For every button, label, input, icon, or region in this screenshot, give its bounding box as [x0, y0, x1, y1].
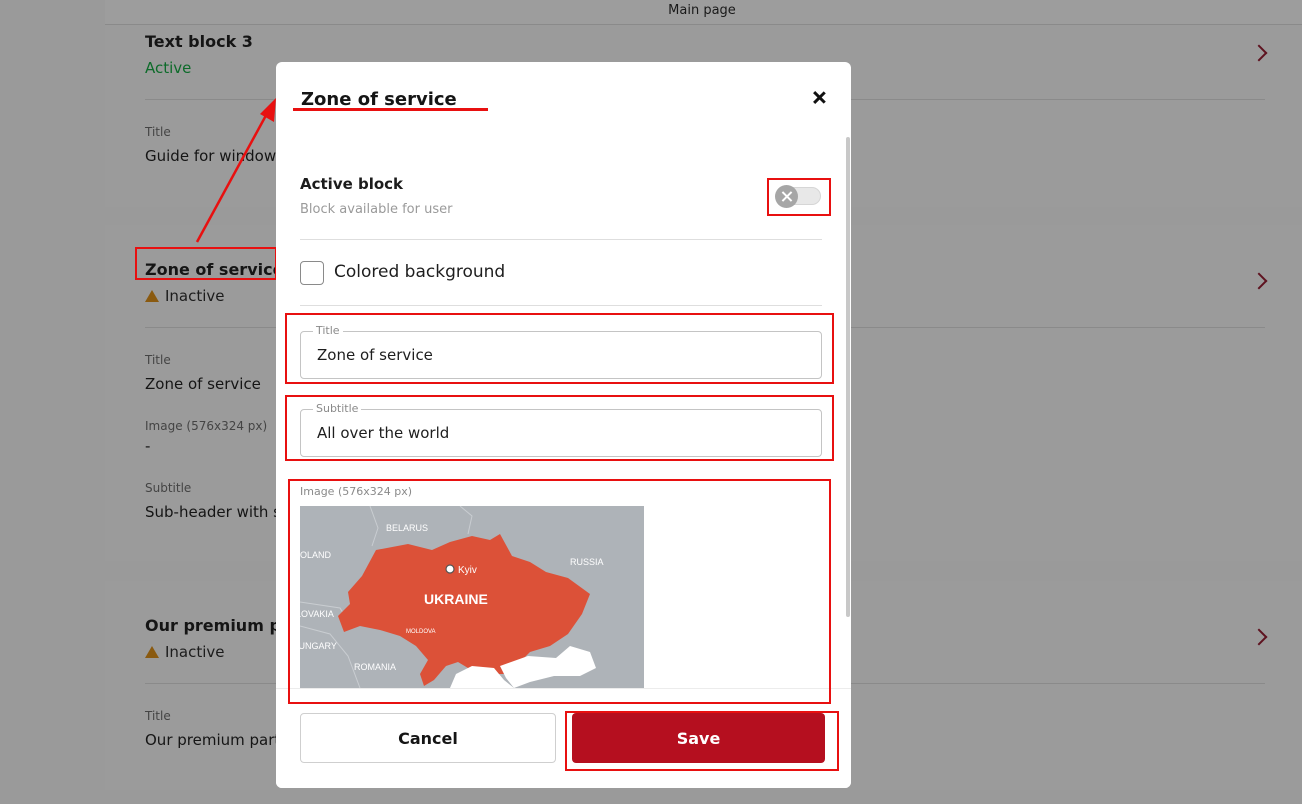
- warning-icon: [145, 646, 159, 658]
- warning-icon: [145, 290, 159, 302]
- active-block-sublabel: Block available for user: [300, 202, 453, 217]
- status-badge: Inactive: [145, 643, 225, 661]
- annotation-box-subtitle-field: [285, 395, 834, 461]
- close-icon[interactable]: [809, 88, 829, 108]
- field-value: Our premium partn: [145, 731, 290, 749]
- field-value: Zone of service: [145, 375, 261, 393]
- modal-title: Zone of service: [301, 89, 457, 110]
- annotation-box-card-title: [135, 247, 277, 280]
- annotation-box-title-field: [285, 313, 834, 384]
- section-divider: [300, 239, 822, 240]
- field-label: Image (576x324 px): [145, 419, 268, 433]
- status-badge: Inactive: [145, 287, 225, 305]
- top-bar: Main page: [105, 0, 1302, 25]
- field-label: Title: [145, 125, 171, 139]
- chevron-right-icon[interactable]: [1250, 272, 1268, 290]
- field-value: -: [145, 437, 151, 455]
- field-value: Sub-header with s: [145, 503, 281, 521]
- page-title: Main page: [668, 3, 736, 18]
- chevron-right-icon[interactable]: [1250, 44, 1268, 62]
- cancel-button[interactable]: Cancel: [300, 713, 556, 763]
- annotation-underline-modal-title: [293, 108, 488, 111]
- colored-background-label: Colored background: [334, 262, 506, 282]
- field-label: Title: [145, 353, 171, 367]
- card-title: Our premium pa: [145, 616, 292, 635]
- card-title: Text block 3: [145, 32, 253, 51]
- chevron-right-icon[interactable]: [1250, 628, 1268, 646]
- annotation-box-image: [288, 479, 831, 704]
- colored-background-checkbox[interactable]: [300, 261, 324, 285]
- field-label: Subtitle: [145, 481, 192, 495]
- modal-scrollbar[interactable]: [846, 137, 850, 617]
- field-label: Title: [145, 709, 171, 723]
- section-divider: [300, 305, 822, 306]
- annotation-box-toggle: [767, 178, 831, 216]
- active-block-label: Active block: [300, 175, 404, 193]
- field-value: Guide for window: [145, 147, 277, 165]
- annotation-box-save-button: [565, 711, 839, 771]
- status-badge: Active: [145, 59, 192, 77]
